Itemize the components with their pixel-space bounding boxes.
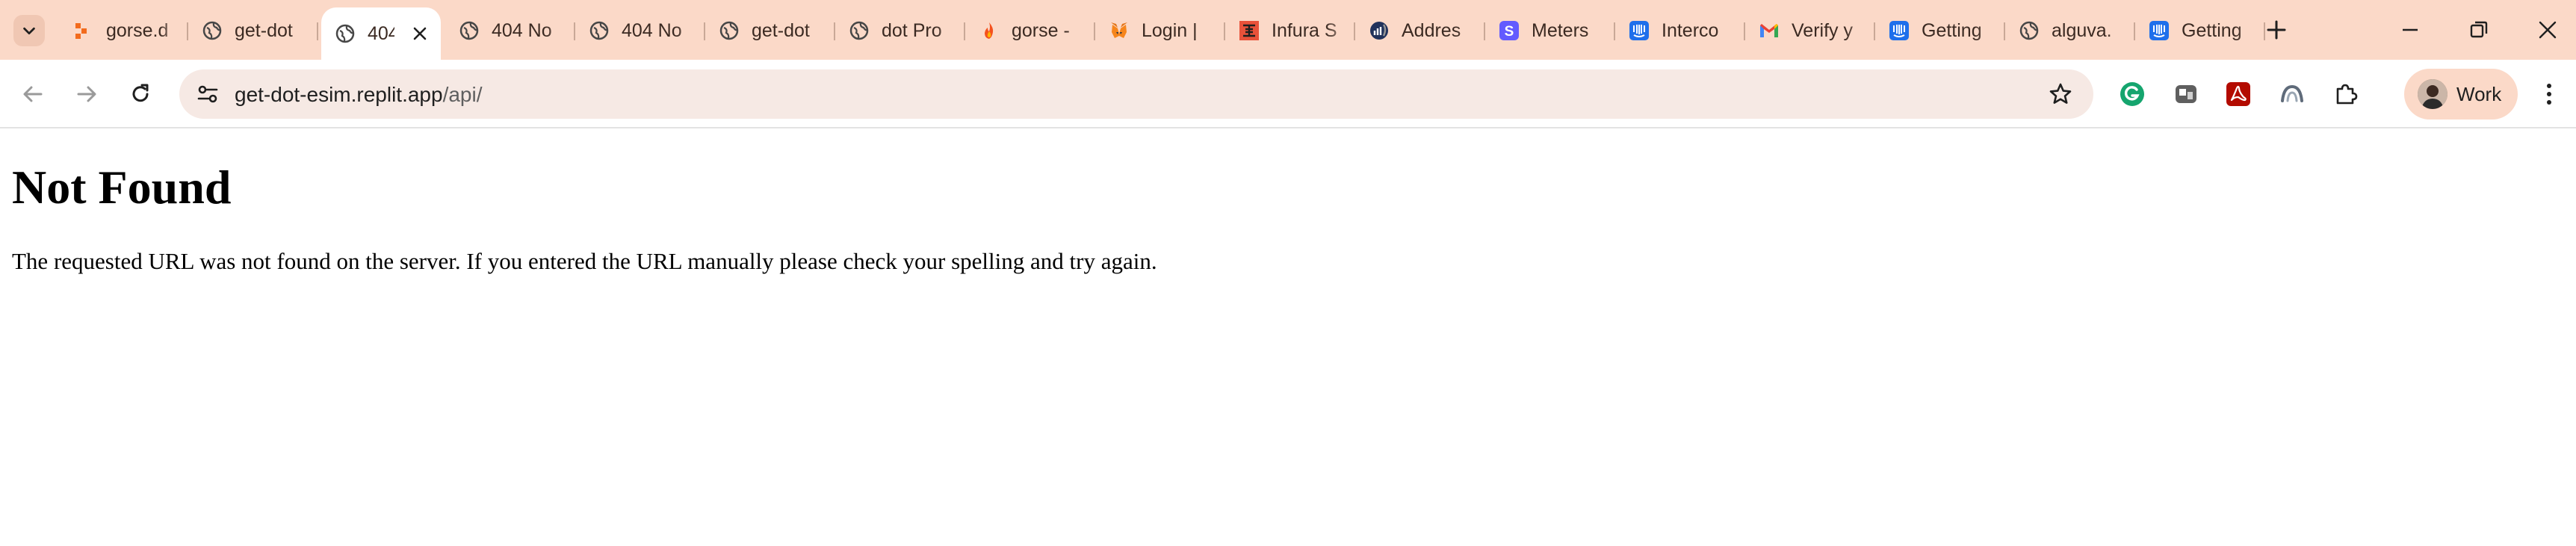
tab[interactable]: dot Pro — [835, 7, 965, 54]
browser-menu-button[interactable] — [2534, 76, 2564, 112]
extension-button[interactable] — [2170, 78, 2202, 111]
flame-icon — [979, 20, 1000, 41]
globe-icon — [849, 20, 870, 41]
tab-title: get-dot — [235, 19, 293, 41]
tab-title: 404 — [368, 22, 394, 44]
page-title: Not Found — [12, 161, 232, 214]
tab-title: Meters — [1532, 19, 1589, 41]
tab-title: Addres — [1402, 19, 1461, 41]
tab-search-button[interactable] — [13, 15, 45, 46]
address-bar[interactable]: get-dot-esim.replit.app/api/ — [179, 69, 2093, 119]
tab-title: Getting — [1922, 19, 1982, 41]
tab[interactable]: alguva. — [2005, 7, 2135, 54]
browser-toolbar: get-dot-esim.replit.app/api/ Work — [0, 60, 2576, 128]
tab-title: Login | — [1142, 19, 1198, 41]
close-icon — [2539, 21, 2557, 39]
metamask-icon — [1109, 20, 1130, 41]
puzzle-badge-icon — [2176, 85, 2196, 103]
chevron-down-icon — [23, 27, 35, 35]
tab[interactable]: gorse - — [965, 7, 1095, 54]
new-tab-button[interactable] — [2261, 15, 2291, 45]
tab[interactable]: Login | — [1095, 7, 1225, 54]
intercom-icon — [1629, 20, 1650, 41]
tab[interactable]: Infura S — [1225, 7, 1355, 54]
tab-title: Infura S — [1272, 19, 1337, 41]
restore-icon — [2470, 21, 2488, 38]
tab-title: Getting — [2182, 19, 2242, 41]
intercom-icon — [2149, 20, 2170, 41]
etherscan-icon — [1369, 20, 1390, 41]
tab[interactable]: get-dot — [188, 7, 318, 54]
tab[interactable]: 404 No — [575, 7, 705, 54]
minimize-button[interactable] — [2388, 10, 2433, 49]
tab-title: Verify y — [1792, 19, 1853, 41]
svg-text:S: S — [1505, 24, 1514, 40]
tab-title: get-dot — [752, 19, 810, 41]
globe-icon — [459, 20, 480, 41]
page-content: Not Found The requested URL was not foun… — [0, 130, 2576, 546]
url-text[interactable]: get-dot-esim.replit.app/api/ — [235, 83, 483, 107]
reload-button[interactable] — [123, 76, 158, 112]
tab-title: alguva. — [2052, 19, 2112, 41]
arrow-left-icon — [23, 86, 43, 102]
tab-title: 404 No — [622, 19, 682, 41]
tab[interactable]: Addres — [1355, 7, 1485, 54]
minimize-icon — [2403, 28, 2418, 31]
tune-icon — [197, 85, 218, 103]
close-tab-icon[interactable] — [409, 23, 430, 44]
gmail-icon — [1759, 20, 1780, 41]
gorse-icon — [73, 20, 94, 41]
acrobat-icon — [2226, 82, 2250, 106]
stripe-icon: S — [1499, 20, 1520, 41]
profile-button[interactable]: Work — [2404, 69, 2518, 120]
infura-icon — [1239, 20, 1260, 41]
extensions-menu-button[interactable] — [2329, 78, 2362, 111]
avatar — [2418, 79, 2447, 109]
globe-icon — [2019, 20, 2040, 41]
tab[interactable]: Verify y — [1745, 7, 1875, 54]
site-info-button[interactable] — [190, 76, 226, 112]
reload-icon — [132, 84, 149, 102]
globe-icon — [589, 20, 610, 41]
tab-title: Interco — [1662, 19, 1719, 41]
tab[interactable]: Getting — [1875, 7, 2005, 54]
globe-icon — [719, 20, 740, 41]
arrow-right-icon — [77, 86, 96, 102]
url-host: get-dot-esim.replit.app — [235, 83, 443, 106]
tab-strip: gorse.d get-dot 404 404 No 404 No get-do… — [0, 0, 2576, 60]
bookmark-button[interactable] — [2044, 78, 2077, 111]
globe-icon — [202, 20, 223, 41]
globe-icon — [335, 23, 356, 44]
restore-button[interactable] — [2456, 10, 2501, 49]
back-button[interactable] — [15, 76, 51, 112]
grammarly-icon — [2120, 82, 2144, 106]
grammarly-extension-button[interactable] — [2116, 78, 2149, 111]
tab-separator — [317, 22, 318, 40]
close-window-button[interactable] — [2525, 10, 2570, 49]
tab[interactable]: gorse.d — [60, 7, 188, 54]
extension-button[interactable] — [2276, 78, 2309, 111]
plus-icon — [2267, 20, 2286, 40]
profile-label: Work — [2456, 82, 2502, 105]
tab-title: 404 No — [492, 19, 552, 41]
star-icon — [2049, 83, 2072, 104]
more-vertical-icon — [2547, 84, 2551, 105]
intercom-icon — [1889, 20, 1910, 41]
arch-icon — [2281, 84, 2303, 102]
forward-button[interactable] — [69, 76, 105, 112]
tab[interactable]: 404 No — [445, 7, 575, 54]
url-path: /api/ — [442, 83, 483, 106]
tab-title: gorse.d — [106, 19, 169, 41]
error-message: The requested URL was not found on the s… — [12, 248, 1157, 274]
tab[interactable]: Interco — [1615, 7, 1745, 54]
tab-title: gorse - — [1012, 19, 1070, 41]
tab-active[interactable]: 404 — [321, 7, 441, 60]
puzzle-icon — [2336, 84, 2358, 105]
tab[interactable]: get-dot — [705, 7, 835, 54]
acrobat-extension-button[interactable] — [2222, 78, 2255, 111]
tab[interactable]: S Meters — [1485, 7, 1615, 54]
tab[interactable]: Getting — [2135, 7, 2265, 54]
tab-title: dot Pro — [882, 19, 942, 41]
